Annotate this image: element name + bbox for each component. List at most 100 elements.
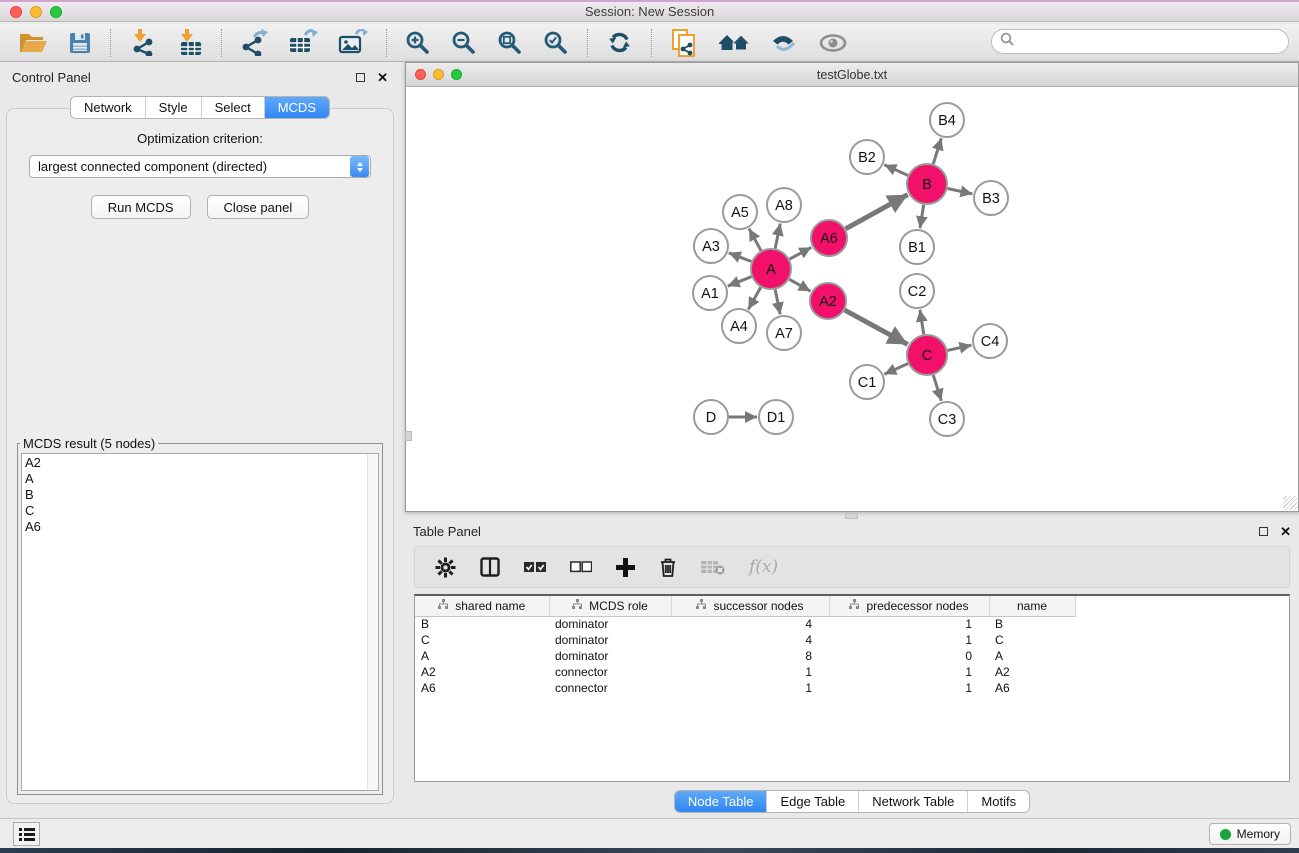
column-header-predecessor-nodes[interactable]: predecessor nodes (829, 596, 989, 616)
mcds-result-item[interactable]: B (25, 487, 378, 503)
graph-node-B3[interactable]: B3 (974, 181, 1008, 215)
open-file-icon[interactable] (18, 30, 48, 55)
mcds-result-item[interactable]: C (25, 503, 378, 519)
add-column-icon[interactable] (616, 558, 635, 577)
graph-node-A1[interactable]: A1 (693, 276, 727, 310)
graph-node-A4[interactable]: A4 (722, 309, 756, 343)
table-cell[interactable]: A2 (989, 664, 1075, 680)
table-cell[interactable]: 4 (671, 632, 829, 648)
graph-node-A[interactable]: A (751, 249, 791, 289)
table-row[interactable]: A6connector11A6 (415, 680, 1075, 696)
table-cell[interactable]: dominator (549, 648, 671, 664)
deselect-all-checkboxes-icon[interactable] (570, 561, 592, 573)
import-network-icon[interactable] (129, 29, 156, 56)
duplicate-network-icon[interactable] (670, 28, 698, 58)
graph-node-B[interactable]: B (907, 164, 947, 204)
window-resize-grip-icon[interactable] (1283, 496, 1297, 510)
horizontal-splitter-grip[interactable] (845, 513, 858, 519)
table-cell[interactable]: C (989, 632, 1075, 648)
save-session-icon[interactable] (68, 31, 92, 55)
table-cell[interactable]: A6 (415, 680, 549, 696)
float-table-panel-icon[interactable] (1259, 527, 1268, 536)
mcds-result-item[interactable]: A6 (25, 519, 378, 535)
mcds-result-item[interactable]: A2 (25, 455, 378, 471)
search-input[interactable] (1019, 32, 1288, 52)
network-canvas[interactable]: B4B2BB3A8A5A6A3B1AC2A1A2A4A7C4CC1DD1C3 (406, 87, 1298, 510)
graph-node-B4[interactable]: B4 (930, 103, 964, 137)
show-hide-details-icon[interactable] (818, 32, 848, 54)
table-cell[interactable]: A (989, 648, 1075, 664)
tab-motifs[interactable]: Motifs (967, 791, 1029, 812)
table-cell[interactable]: connector (549, 664, 671, 680)
zoom-selected-icon[interactable] (543, 30, 569, 56)
table-cell[interactable]: A6 (989, 680, 1075, 696)
column-header-mcds-role[interactable]: MCDS role (549, 596, 671, 616)
tab-select[interactable]: Select (201, 97, 264, 118)
zoom-fit-icon[interactable] (497, 30, 523, 56)
result-scrollbar[interactable] (367, 454, 378, 790)
graph-node-A5[interactable]: A5 (723, 195, 757, 229)
table-cell[interactable]: 1 (829, 680, 989, 696)
column-header-shared-name[interactable]: shared name (415, 596, 549, 616)
select-all-checkboxes-icon[interactable] (524, 561, 546, 573)
table-cell[interactable]: 1 (829, 616, 989, 632)
tab-network[interactable]: Network (71, 97, 145, 118)
graph-node-C[interactable]: C (907, 335, 947, 375)
table-cell[interactable]: 1 (829, 632, 989, 648)
export-network-icon[interactable] (240, 29, 268, 56)
refresh-layout-icon[interactable] (606, 29, 633, 56)
graph-node-C2[interactable]: C2 (900, 274, 934, 308)
show-column-icon[interactable] (480, 557, 500, 577)
table-row[interactable]: Adominator80A (415, 648, 1075, 664)
close-panel-button[interactable]: Close panel (207, 195, 310, 219)
search-field[interactable] (991, 29, 1289, 54)
criterion-dropdown[interactable]: largest connected component (directed) (29, 155, 371, 178)
zoom-in-icon[interactable] (405, 30, 431, 56)
graph-node-D[interactable]: D (694, 400, 728, 434)
table-cell[interactable]: B (989, 616, 1075, 632)
table-cell[interactable]: B (415, 616, 549, 632)
table-row[interactable]: A2connector11A2 (415, 664, 1075, 680)
table-cell[interactable]: dominator (549, 616, 671, 632)
table-cell[interactable]: 1 (829, 664, 989, 680)
graph-node-B1[interactable]: B1 (900, 230, 934, 264)
float-panel-icon[interactable] (356, 73, 365, 82)
column-header-successor-nodes[interactable]: successor nodes (671, 596, 829, 616)
delete-column-icon[interactable] (659, 557, 677, 578)
graph-node-C1[interactable]: C1 (850, 365, 884, 399)
tab-style[interactable]: Style (145, 97, 201, 118)
toggle-graphics-details-icon[interactable] (770, 31, 798, 55)
run-mcds-button[interactable]: Run MCDS (91, 195, 191, 219)
graph-node-D1[interactable]: D1 (759, 400, 793, 434)
memory-button[interactable]: Memory (1209, 823, 1291, 845)
table-cell[interactable]: 1 (671, 664, 829, 680)
table-cell[interactable]: 0 (829, 648, 989, 664)
table-row[interactable]: Cdominator41C (415, 632, 1075, 648)
tab-mcds[interactable]: MCDS (264, 97, 329, 118)
tab-network-table[interactable]: Network Table (858, 791, 967, 812)
export-table-icon[interactable] (288, 29, 318, 56)
tab-edge-table[interactable]: Edge Table (766, 791, 858, 812)
tab-node-table[interactable]: Node Table (675, 791, 767, 812)
splitter-grip[interactable] (405, 431, 412, 441)
graph-node-B2[interactable]: B2 (850, 140, 884, 174)
table-cell[interactable]: C (415, 632, 549, 648)
zoom-out-icon[interactable] (451, 30, 477, 56)
table-cell[interactable]: 8 (671, 648, 829, 664)
graph-node-C3[interactable]: C3 (930, 402, 964, 436)
import-table-icon[interactable] (176, 29, 203, 56)
table-cell[interactable]: dominator (549, 632, 671, 648)
graph-node-A2[interactable]: A2 (810, 283, 846, 319)
table-cell[interactable]: 4 (671, 616, 829, 632)
graph-node-A6[interactable]: A6 (811, 220, 847, 256)
export-image-icon[interactable] (338, 29, 368, 56)
table-cell[interactable]: 1 (671, 680, 829, 696)
column-header-name[interactable]: name (989, 596, 1075, 616)
graph-node-A7[interactable]: A7 (767, 316, 801, 350)
table-cell[interactable]: connector (549, 680, 671, 696)
graph-node-A8[interactable]: A8 (767, 188, 801, 222)
close-panel-icon[interactable]: ✕ (377, 73, 388, 82)
table-cell[interactable]: A (415, 648, 549, 664)
task-history-button[interactable] (13, 822, 40, 846)
graph-node-A3[interactable]: A3 (694, 229, 728, 263)
